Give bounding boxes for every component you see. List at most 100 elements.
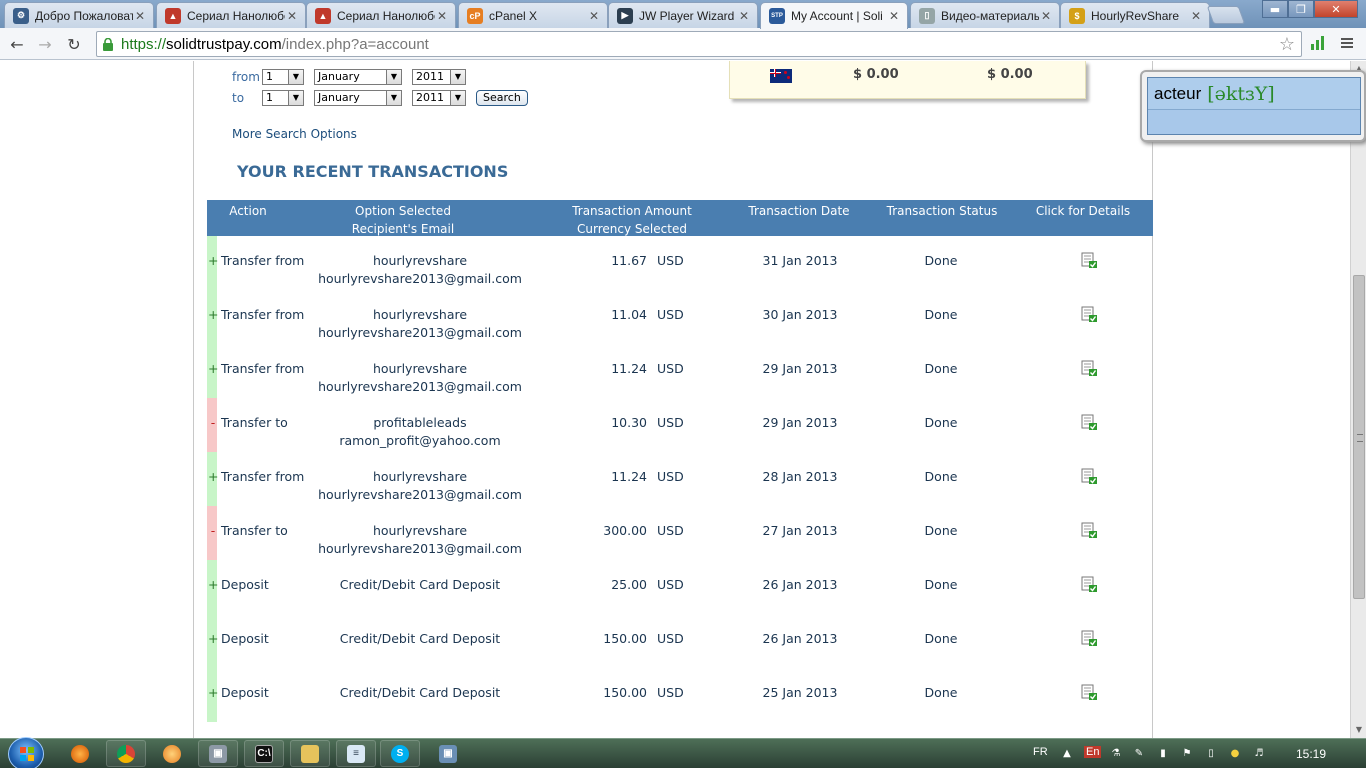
volume-icon[interactable]: ♬ <box>1252 747 1266 761</box>
taskbar-notepad[interactable]: ≡ <box>336 740 376 767</box>
taskbar-app-9[interactable]: ▣ <box>428 740 468 767</box>
close-icon[interactable]: ✕ <box>887 9 901 23</box>
details-document-check-icon[interactable] <box>1081 522 1097 538</box>
address-bar[interactable]: https://solidtrustpay.com/index.php?a=ac… <box>96 31 1302 57</box>
taskbar-app-4[interactable]: ▣ <box>198 740 238 767</box>
dictionary-popup-body: acteur [əktɜY] <box>1147 77 1361 135</box>
reload-button[interactable]: ↻ <box>62 32 86 56</box>
command-prompt-icon: C:\ <box>255 744 273 763</box>
details-document-check-icon[interactable] <box>1081 360 1097 376</box>
tab-8[interactable]: $ HourlyRevShare ✕ <box>1060 2 1210 28</box>
language-indicator[interactable]: FR <box>1033 746 1048 758</box>
transaction-currency: USD <box>657 685 684 700</box>
close-icon[interactable]: ✕ <box>737 9 751 23</box>
pen-icon[interactable]: ✎ <box>1132 747 1146 761</box>
url-path: /index.php?a=account <box>281 35 429 53</box>
maximize-button[interactable]: ❐ <box>1288 0 1314 18</box>
details-document-check-icon[interactable] <box>1081 576 1097 592</box>
details-document-check-icon[interactable] <box>1081 306 1097 322</box>
tab-title: Видео-материалы <box>941 8 1039 23</box>
taskbar-skype[interactable]: S <box>380 740 420 767</box>
details-document-check-icon[interactable] <box>1081 630 1097 646</box>
close-icon[interactable]: ✕ <box>435 9 449 23</box>
more-search-options-link[interactable]: More Search Options <box>232 127 357 141</box>
tab-1[interactable]: ⚙ Добро Пожаловать ✕ <box>4 2 154 28</box>
from-day-select[interactable]: 1 ▼ <box>262 69 304 85</box>
from-year-select[interactable]: 2011 ▼ <box>412 69 466 85</box>
close-icon[interactable]: ✕ <box>587 9 601 23</box>
party-name: Credit/Debit Card Deposit <box>339 577 501 592</box>
transaction-amount: 150.00 <box>603 685 647 700</box>
taskbar-firefox[interactable] <box>60 740 100 767</box>
to-year-select[interactable]: 2011 ▼ <box>412 90 466 106</box>
scrollbar-thumb[interactable] <box>1353 275 1365 599</box>
search-button[interactable]: Search <box>476 90 528 106</box>
transaction-amount: 25.00 <box>611 577 647 592</box>
new-tab-button[interactable] <box>1206 6 1246 24</box>
antivirus-icon[interactable]: ● <box>1228 747 1242 761</box>
transaction-status: Done <box>924 685 958 700</box>
back-button[interactable]: ← <box>5 32 29 56</box>
transaction-amount: 11.67 <box>611 253 647 268</box>
details-document-check-icon[interactable] <box>1081 684 1097 700</box>
bookmark-star-icon[interactable]: ☆ <box>1279 34 1295 55</box>
details-document-check-icon[interactable] <box>1081 468 1097 484</box>
usb-icon[interactable]: ⚗ <box>1109 747 1123 761</box>
minimize-button[interactable]: ▬ <box>1262 0 1288 18</box>
new-zealand-flag-icon <box>770 69 792 83</box>
start-button[interactable] <box>8 737 44 768</box>
network-signal-icon[interactable]: ▮ <box>1156 747 1170 761</box>
taskbar-media[interactable] <box>152 740 192 767</box>
scroll-down-arrow-icon[interactable]: ▼ <box>1351 722 1366 738</box>
close-window-button[interactable]: ✕ <box>1314 0 1358 18</box>
close-icon[interactable]: ✕ <box>133 9 147 23</box>
vertical-scrollbar[interactable]: ▲ ▼ <box>1350 61 1366 738</box>
taskbar-clock[interactable]: 15:19 <box>1296 747 1326 761</box>
tab-6[interactable]: STP My Account | Soli ✕ <box>760 2 908 29</box>
forward-button[interactable]: → <box>33 32 57 56</box>
transaction-party: hourlyrevshare hourlyrevshare2013@gmail.c… <box>291 306 549 342</box>
taskbar-cmd[interactable]: C:\ <box>244 740 284 767</box>
transaction-date: 29 Jan 2013 <box>762 415 838 430</box>
transaction-sign: + <box>208 307 219 322</box>
transaction-party: Credit/Debit Card Deposit <box>291 630 549 648</box>
tab-7[interactable]: ▯ Видео-материалы ✕ <box>910 2 1060 28</box>
transaction-date: 31 Jan 2013 <box>762 253 838 268</box>
section-title: YOUR RECENT TRANSACTIONS <box>237 162 509 181</box>
transaction-date: 28 Jan 2013 <box>762 469 838 484</box>
table-row: + Transfer from hourlyrevshare hourlyrevsha… <box>207 452 1153 506</box>
transaction-action: Transfer to <box>221 523 288 538</box>
battery-icon[interactable]: ▯ <box>1204 747 1218 761</box>
tab-4[interactable]: cP cPanel X ✕ <box>458 2 608 28</box>
close-icon[interactable]: ✕ <box>1039 9 1053 23</box>
close-icon[interactable]: ✕ <box>1189 9 1203 23</box>
tray-arrow-icon[interactable]: ▲ <box>1060 747 1074 761</box>
chrome-icon <box>117 744 135 763</box>
transaction-sign: - <box>210 415 216 430</box>
keyboard-layout[interactable]: En <box>1084 746 1102 758</box>
taskbar-explorer[interactable] <box>290 740 330 767</box>
transaction-amount: 11.24 <box>611 469 647 484</box>
transaction-party: hourlyrevshare hourlyrevshare2013@gmail.c… <box>291 360 549 396</box>
tab-2[interactable]: ▲ Сериал Нанолюбой✕ <box>156 2 306 28</box>
party-email: hourlyrevshare2013@gmail.com <box>318 541 522 556</box>
details-document-check-icon[interactable] <box>1081 252 1097 268</box>
to-day-select[interactable]: 1 ▼ <box>262 90 304 106</box>
tab-3[interactable]: ▲ Сериал Нанолюбой✕ <box>306 2 456 28</box>
taskbar-chrome[interactable] <box>106 740 146 767</box>
tab-strip: ⚙Добро Пожаловать✕▲Сериал Нанолюбой✕▲Сер… <box>0 0 1366 29</box>
transactions-table: Action Option Selected Recipient's Email … <box>207 200 1153 722</box>
party-email: hourlyrevshare2013@gmail.com <box>318 271 522 286</box>
header-date: Transaction Date <box>748 204 850 218</box>
flag-icon[interactable]: ⚑ <box>1180 747 1194 761</box>
tab-5[interactable]: ▶ JW Player Wizard ✕ <box>608 2 758 28</box>
transaction-currency: USD <box>657 469 684 484</box>
to-month-select[interactable]: January ▼ <box>314 90 402 106</box>
wrench-menu-icon[interactable] <box>1338 34 1358 54</box>
close-icon[interactable]: ✕ <box>285 9 299 23</box>
signal-bars-icon[interactable] <box>1309 34 1329 54</box>
details-document-check-icon[interactable] <box>1081 414 1097 430</box>
table-row: + Deposit Credit/Debit Card Deposit 150.00 U… <box>207 614 1153 668</box>
from-month-select[interactable]: January ▼ <box>314 69 402 85</box>
dictionary-popup[interactable]: acteur [əktɜY] <box>1140 70 1366 142</box>
